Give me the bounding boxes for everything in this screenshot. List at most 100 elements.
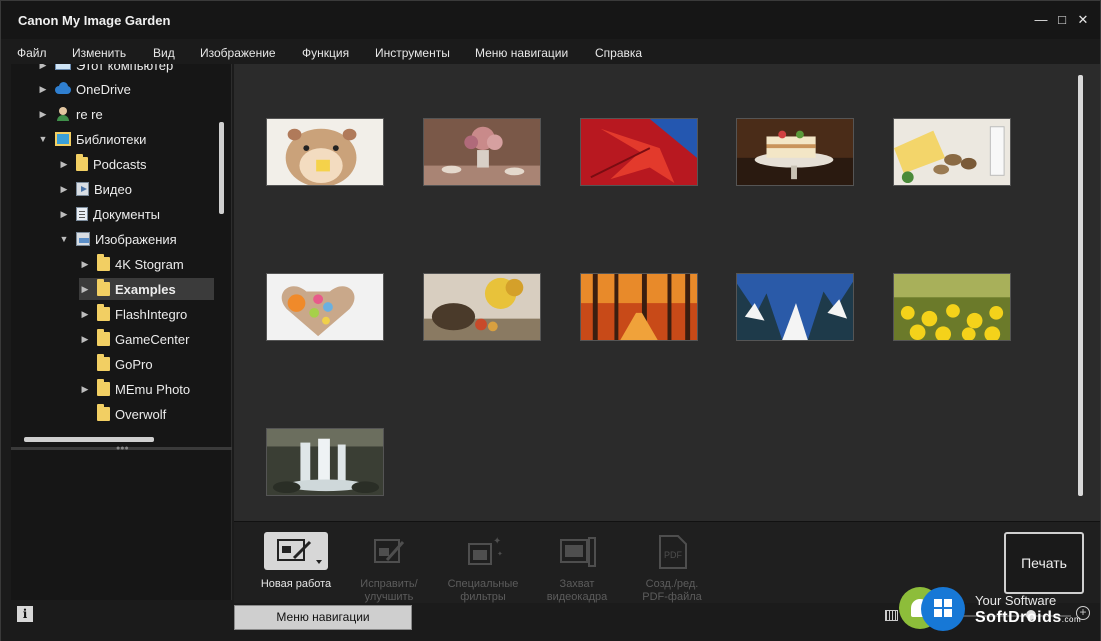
tree-item-user[interactable]: ▶ re re [37, 103, 103, 125]
expand-arrow-icon[interactable]: ▶ [79, 309, 91, 320]
video-capture-icon [545, 532, 609, 570]
tree-horizontal-scrollbar[interactable] [24, 437, 154, 442]
svg-text:✦: ✦ [493, 536, 501, 547]
menu-image[interactable]: Изображение [200, 46, 276, 60]
menu-view[interactable]: Вид [153, 46, 175, 60]
tree-vertical-scrollbar[interactable] [219, 122, 224, 214]
menu-help[interactable]: Справка [595, 46, 642, 60]
title-bar: Canon My Image Garden — □ ✕ [1, 1, 1100, 39]
thumbnail-dandelion-field[interactable] [893, 273, 1011, 341]
tree-item-memu-photo[interactable]: ▶ MEmu Photo [79, 378, 190, 400]
expand-arrow-icon[interactable]: ▶ [79, 384, 91, 395]
video-capture-button[interactable]: Захват видеокадра [532, 532, 622, 604]
thumbnail-cake[interactable] [736, 118, 854, 186]
new-work-button[interactable]: Новая работа [251, 532, 341, 591]
pdf-button[interactable]: PDF Созд./ред. PDF-файла [627, 532, 717, 604]
folder-icon [97, 254, 110, 271]
folder-icon [97, 379, 110, 396]
tree-item-label: GoPro [115, 356, 153, 372]
video-library-icon [76, 182, 89, 196]
tree-item-this-pc[interactable]: ▶ Этот компьютер [37, 64, 173, 76]
maximize-button[interactable]: □ [1055, 13, 1069, 27]
app-window: Canon My Image Garden — □ ✕ Файл Изменит… [0, 0, 1101, 641]
thumbnail-flowers-tea[interactable] [423, 118, 541, 186]
tree-item-label: FlashIntegro [115, 306, 188, 322]
collapse-arrow-icon[interactable]: ▼ [58, 234, 70, 244]
thumbnail-cheese-mushrooms[interactable] [893, 118, 1011, 186]
grid-view-icon[interactable] [885, 610, 898, 621]
tree-item-label: Библиотеки [76, 131, 147, 147]
menu-navigation[interactable]: Меню навигации [475, 46, 568, 60]
splitter-grip-icon: ●●● [116, 445, 129, 452]
expand-arrow-icon[interactable]: ▶ [58, 159, 70, 170]
expand-arrow-icon[interactable]: ▶ [79, 259, 91, 270]
tree-item-gamecenter[interactable]: ▶ GameCenter [79, 328, 189, 350]
folder-icon [97, 354, 110, 371]
thumbnail-scrollbar[interactable] [1078, 75, 1083, 496]
tree-item-examples[interactable]: ▶ Examples [79, 278, 214, 300]
folder-tree-panel: ▶ Этот компьютер ▶ OneDrive ▶ re re ▼ Би… [11, 64, 232, 600]
tool-label-line1: Захват [559, 578, 595, 590]
thumbnail-grid [234, 64, 1100, 521]
folder-tree: ▶ Этот компьютер ▶ OneDrive ▶ re re ▼ Би… [11, 64, 223, 436]
fix-enhance-icon [357, 532, 421, 570]
thumbnail-red-leaf[interactable] [580, 118, 698, 186]
thumbnail-winter-forest[interactable] [736, 273, 854, 341]
tool-label-line1: Специальные [447, 578, 519, 590]
thumbnail-autumn-forest[interactable] [580, 273, 698, 341]
expand-arrow-icon[interactable]: ▶ [79, 334, 91, 345]
thumbnail-hamster[interactable] [266, 118, 384, 186]
tree-item-label: Изображения [95, 231, 177, 247]
tree-item-overwolf[interactable]: Overwolf [79, 403, 166, 425]
documents-library-icon [76, 207, 88, 221]
fix-enhance-button[interactable]: Исправить/улучшить [344, 532, 434, 604]
menu-tools[interactable]: Инструменты [375, 46, 450, 60]
tool-label-line2: видеокадра [546, 591, 608, 603]
images-library-icon [76, 232, 90, 246]
expand-arrow-icon[interactable]: ▶ [37, 109, 49, 120]
tree-item-onedrive[interactable]: ▶ OneDrive [37, 78, 131, 100]
thumbnail-heart-sweets[interactable] [266, 273, 384, 341]
tree-item-podcasts[interactable]: ▶ Podcasts [58, 153, 146, 175]
tree-item-label: re re [76, 106, 103, 122]
expand-arrow-icon[interactable]: ▶ [37, 64, 49, 71]
computer-icon [55, 64, 71, 70]
info-icon[interactable]: i [17, 606, 33, 622]
special-filters-button[interactable]: ✦ ✦ Специальные фильтры [438, 532, 528, 604]
expand-arrow-icon[interactable]: ▶ [79, 284, 91, 295]
collapse-arrow-icon[interactable]: ▼ [37, 134, 49, 144]
folder-icon [97, 304, 110, 321]
menu-edit[interactable]: Изменить [72, 46, 126, 60]
thumbnail-autumn-still-life[interactable] [423, 273, 541, 341]
folder-icon [97, 329, 110, 346]
tree-item-libraries[interactable]: ▼ Библиотеки [37, 128, 147, 150]
tree-item-4k-stogram[interactable]: ▶ 4K Stogram [79, 253, 184, 275]
watermark: Your Software SoftDroids.com [899, 585, 1099, 637]
expand-arrow-icon[interactable]: ▶ [37, 84, 49, 95]
watermark-tagline: Your Software [975, 593, 1057, 608]
library-icon [55, 132, 71, 146]
user-icon [55, 107, 71, 121]
tree-item-label: Документы [93, 206, 161, 222]
tree-item-video[interactable]: ▶ Видео [58, 178, 132, 200]
tree-item-flashintegro[interactable]: ▶ FlashIntegro [79, 303, 187, 325]
menu-file[interactable]: Файл [17, 46, 47, 60]
watermark-brand: SoftDroids.com [975, 609, 1081, 627]
expand-arrow-icon[interactable]: ▶ [58, 209, 70, 220]
expand-arrow-icon[interactable]: ▶ [58, 184, 70, 195]
menu-function[interactable]: Функция [302, 46, 349, 60]
svg-text:PDF: PDF [664, 550, 683, 560]
tree-item-documents[interactable]: ▶ Документы [58, 203, 160, 225]
close-button[interactable]: ✕ [1076, 13, 1090, 27]
menu-bar: Файл Изменить Вид Изображение Функция Ин… [1, 40, 1100, 64]
tool-label-line2: PDF-файла [642, 591, 702, 603]
tree-item-label: GameCenter [115, 331, 190, 347]
watermark-suffix: .com [1061, 615, 1082, 624]
navigation-menu-button[interactable]: Меню навигации [234, 605, 412, 630]
tree-item-gopro[interactable]: GoPro [79, 353, 153, 375]
tree-item-images[interactable]: ▼ Изображения [58, 228, 177, 250]
tree-item-label: Overwolf [115, 406, 167, 422]
thumbnail-waterfall[interactable] [266, 428, 384, 496]
tool-label-line2: улучшить [364, 591, 414, 603]
minimize-button[interactable]: — [1034, 13, 1048, 27]
